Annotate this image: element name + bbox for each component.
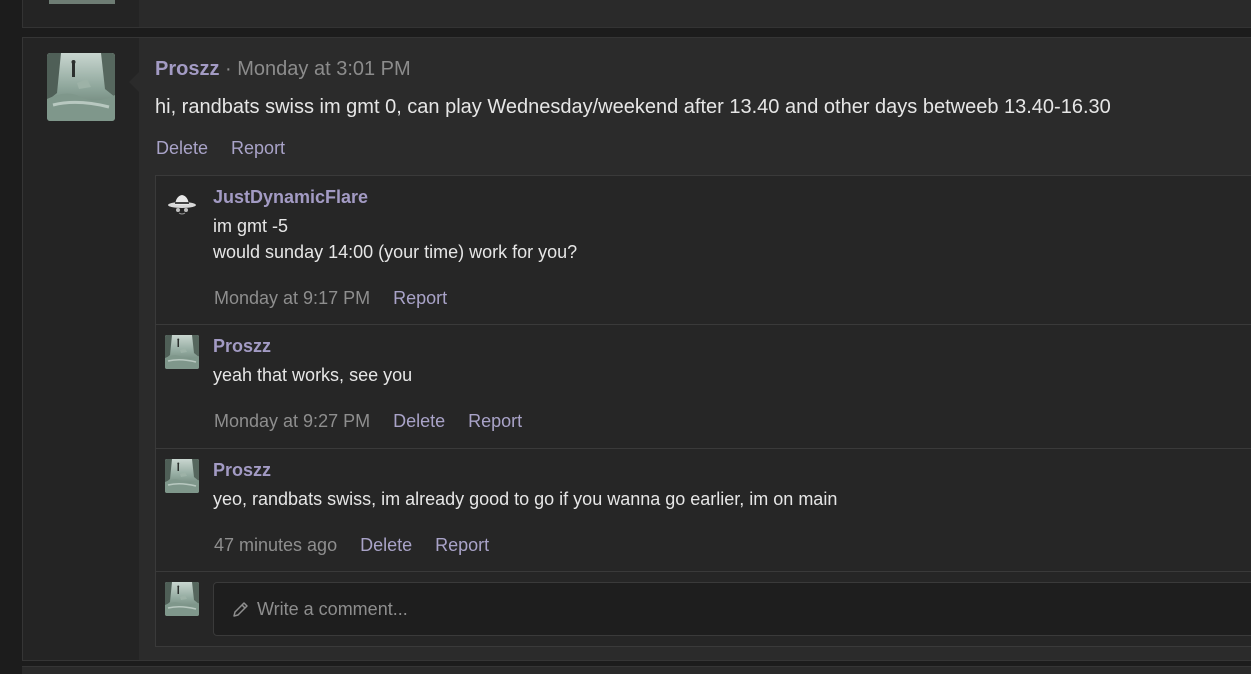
comments-list: JustDynamicFlare im gmt -5 would sunday … (155, 175, 1251, 647)
comment-meta: Monday at 9:17 PM Report (214, 288, 447, 309)
comment-report-link[interactable]: Report (435, 535, 489, 556)
hat-avatar-icon[interactable] (165, 186, 199, 220)
comment-input[interactable]: Write a comment... (213, 582, 1251, 636)
post-pointer-arrow (129, 72, 139, 92)
post-delete-link[interactable]: Delete (156, 138, 208, 159)
comment-line: yeah that works, see you (213, 365, 413, 385)
post-timestamp[interactable]: Monday at 3:01 PM (237, 58, 410, 80)
comment-item: Proszz yeo, randbats swiss, im already g… (156, 449, 1251, 572)
profile-post: Proszz · Monday at 3:01 PM hi, randbats … (22, 37, 1251, 661)
landscape-avatar-icon (165, 582, 199, 616)
comment-input-placeholder: Write a comment... (257, 598, 408, 619)
post-avatar-gutter (23, 38, 139, 660)
previous-message-card (22, 0, 1251, 28)
comment-line: yeo, randbats swiss, im already good to … (213, 489, 838, 509)
comment-delete-link[interactable]: Delete (360, 535, 412, 556)
comment-report-link[interactable]: Report (468, 411, 522, 432)
comment-text: yeo, randbats swiss, im already good to … (213, 486, 837, 512)
pencil-icon (231, 599, 251, 619)
comment-author[interactable]: Proszz (213, 336, 271, 357)
previous-avatar (49, 0, 115, 4)
post-header: Proszz · Monday at 3:01 PM (155, 58, 411, 81)
comment-composer: Write a comment... (156, 572, 1251, 648)
comment-line: would sunday 14:00 (your time) work for … (213, 242, 578, 262)
comment-time[interactable]: 47 minutes ago (214, 535, 337, 556)
comment-author[interactable]: JustDynamicFlare (213, 187, 368, 208)
post-actions: Delete Report (156, 138, 285, 159)
comment-meta: 47 minutes ago Delete Report (214, 535, 489, 556)
comment-author[interactable]: Proszz (213, 460, 271, 481)
landscape-avatar-icon[interactable] (165, 459, 199, 493)
comment-text: yeah that works, see you (213, 362, 412, 388)
post-body: hi, randbats swiss im gmt 0, can play We… (155, 96, 1111, 118)
comment-time[interactable]: Monday at 9:17 PM (214, 288, 370, 309)
previous-message-gutter (23, 0, 139, 27)
comment-report-link[interactable]: Report (393, 288, 447, 309)
post-author[interactable]: Proszz (155, 58, 219, 80)
post-separator: · (219, 58, 238, 80)
landscape-avatar-icon[interactable] (47, 53, 115, 121)
comment-delete-link[interactable]: Delete (393, 411, 445, 432)
landscape-avatar-icon[interactable] (165, 335, 199, 369)
post-report-link[interactable]: Report (231, 138, 285, 159)
comment-line: im gmt -5 (213, 216, 289, 236)
comment-item: Proszz yeah that works, see you Monday a… (156, 325, 1251, 449)
comment-meta: Monday at 9:27 PM Delete Report (214, 411, 522, 432)
comment-item: JustDynamicFlare im gmt -5 would sunday … (156, 176, 1251, 325)
comment-text: im gmt -5 would sunday 14:00 (your time)… (213, 213, 577, 265)
comment-time[interactable]: Monday at 9:27 PM (214, 411, 370, 432)
